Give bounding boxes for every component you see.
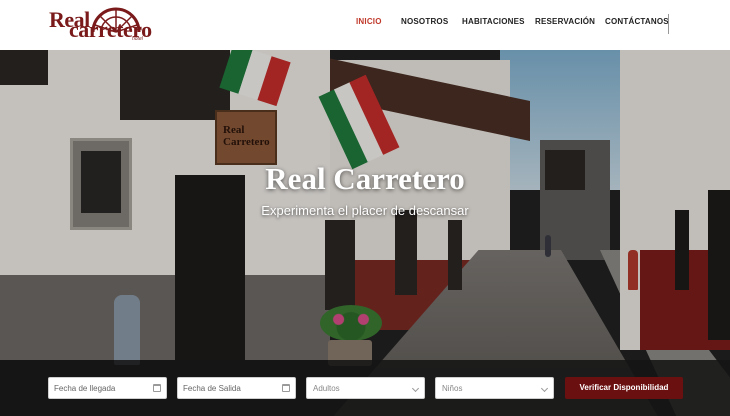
adults-select[interactable]: Adultos: [306, 377, 425, 399]
hero-subtitle: Experimenta el placer de descansar: [261, 203, 469, 218]
hero-title: Real Carretero: [265, 161, 465, 196]
nav-item-reservacion[interactable]: RESERVACIÓN: [535, 17, 595, 26]
checkout-date-field[interactable]: [177, 377, 296, 399]
booking-bar: Adultos Niños Verificar Disponibilidad: [0, 360, 730, 416]
nav-item-contactanos[interactable]: CONTÁCTANOS: [605, 17, 669, 26]
checkin-date-input[interactable]: [49, 378, 166, 398]
nav-item-inicio[interactable]: INICIO: [356, 17, 382, 26]
brand-logo[interactable]: Real carretero hotel: [49, 3, 152, 45]
children-select[interactable]: Niños: [435, 377, 554, 399]
check-availability-button[interactable]: Verificar Disponibilidad: [565, 377, 683, 399]
calendar-icon[interactable]: [153, 384, 161, 392]
checkout-date-input[interactable]: [178, 378, 295, 398]
adults-select-label: Adultos: [313, 384, 340, 393]
nav-item-nosotros[interactable]: NOSOTROS: [401, 17, 448, 26]
site-header: Real carretero hotel INICIO NOSOTROS HAB…: [0, 0, 730, 50]
nav-divider: [668, 14, 669, 34]
logo-subtitle: hotel: [132, 36, 143, 42]
calendar-icon[interactable]: [282, 384, 290, 392]
chevron-down-icon[interactable]: [411, 384, 420, 393]
chevron-down-icon[interactable]: [540, 384, 549, 393]
nav-item-habitaciones[interactable]: HABITACIONES: [462, 17, 525, 26]
checkin-date-field[interactable]: [48, 377, 167, 399]
children-select-label: Niños: [442, 384, 463, 393]
